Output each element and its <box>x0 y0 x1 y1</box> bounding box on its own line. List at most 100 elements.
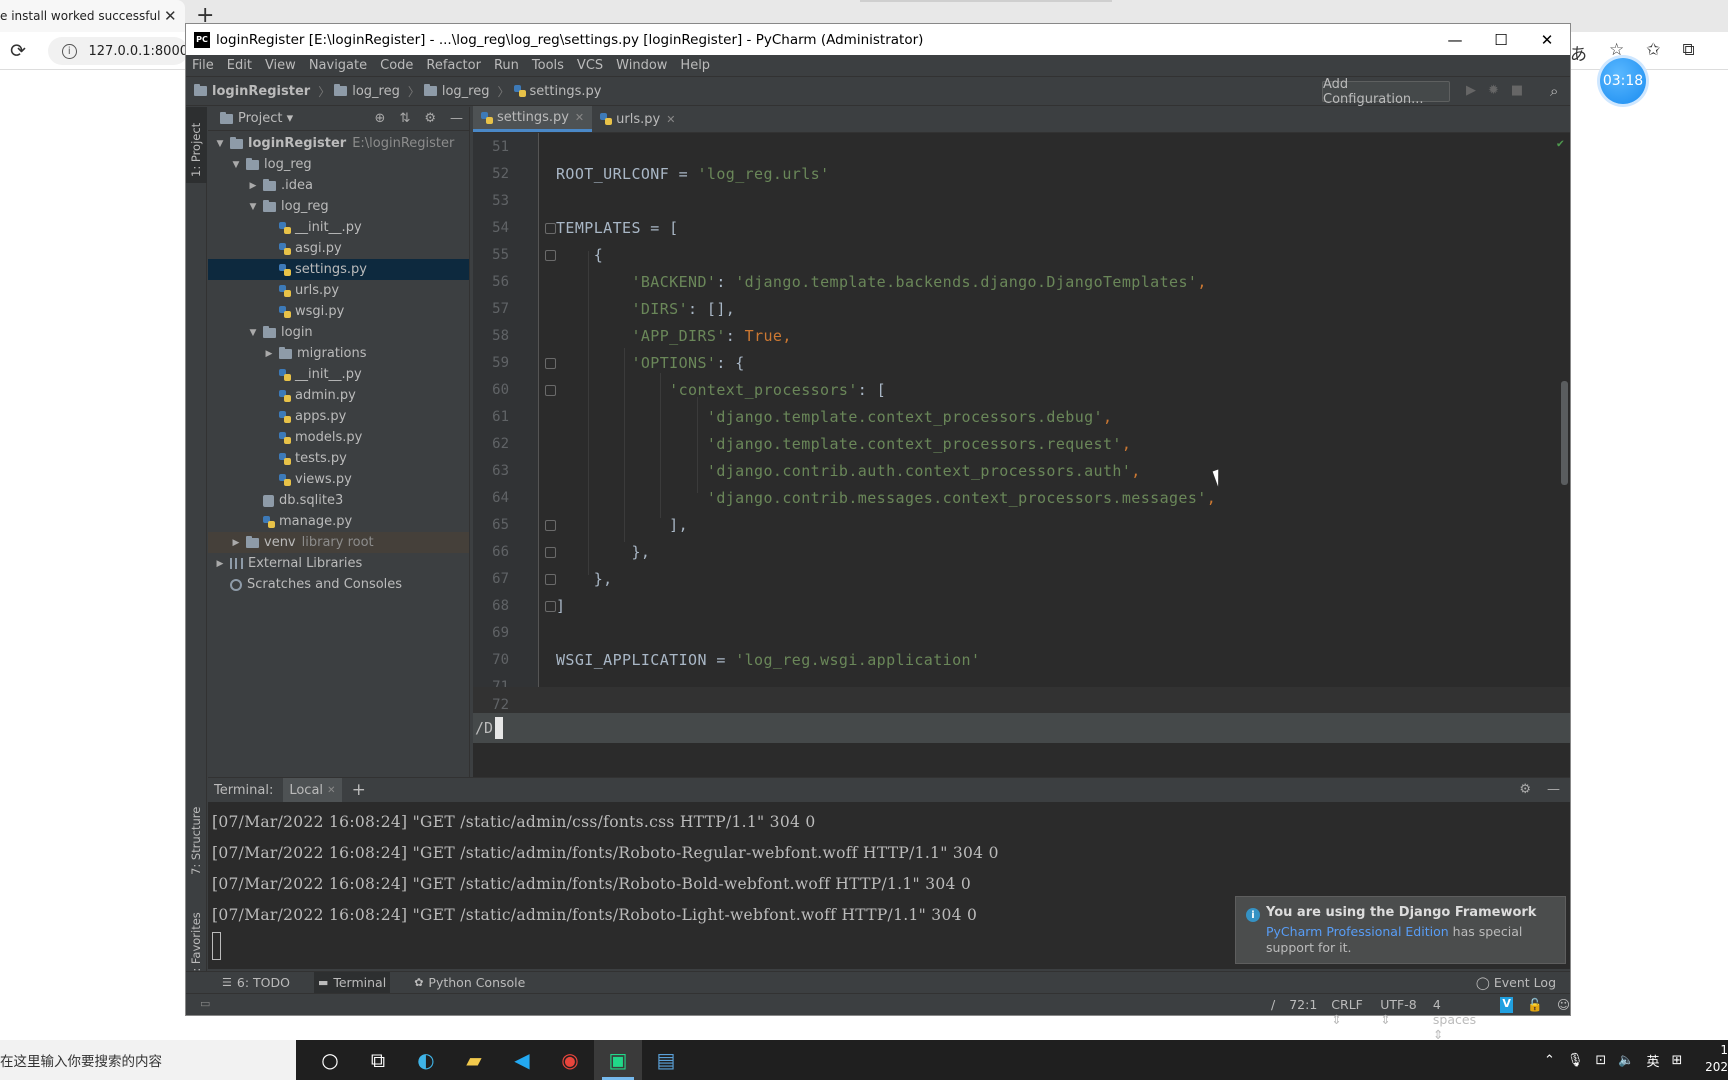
fold-marker-icon[interactable] <box>545 249 556 261</box>
structure-tool-button[interactable]: 7: Structure <box>189 807 203 875</box>
close-icon[interactable]: ✕ <box>575 111 584 124</box>
chevron-right-icon[interactable]: ▶ <box>230 538 242 548</box>
fold-marker-icon[interactable] <box>545 357 556 369</box>
locate-icon[interactable]: ⊕ <box>375 111 386 126</box>
ime-indicator[interactable]: 英 <box>1647 1051 1660 1070</box>
tree-item[interactable]: ▶ venv library root <box>208 532 469 553</box>
app-icon[interactable]: ▤ <box>642 1040 690 1080</box>
tree-item[interactable]: apps.py <box>208 406 469 427</box>
browser-tab[interactable]: e install worked successfully! C ✕ <box>0 0 185 32</box>
fold-marker-icon[interactable] <box>545 384 556 396</box>
lock-icon[interactable]: 🔓 <box>1527 997 1543 1042</box>
project-tool-button[interactable]: 1: Project <box>186 107 207 183</box>
collections-icon[interactable]: ⧉ <box>1683 40 1695 65</box>
menu-help[interactable]: Help <box>680 58 710 73</box>
file-explorer-icon[interactable]: ▰ <box>450 1040 498 1080</box>
chrome-icon[interactable]: ◉ <box>546 1040 594 1080</box>
fold-marker-icon[interactable] <box>545 222 556 234</box>
notification-link[interactable]: PyCharm Professional Edition <box>1266 924 1449 939</box>
command-input[interactable]: /D <box>475 719 493 737</box>
vim-icon[interactable]: V <box>1499 997 1514 1013</box>
hide-icon[interactable]: — <box>1547 782 1560 797</box>
code-editor[interactable]: ✔ 51 52 ROOT_URLCONF = 'log_reg.urls' 53 … <box>473 133 1570 713</box>
edge-icon[interactable]: ◐ <box>402 1040 450 1080</box>
project-view-selector[interactable]: Project ▾ <box>220 111 293 126</box>
pycharm-icon[interactable]: ▣ <box>594 1040 642 1080</box>
favorites-icon[interactable]: ✩ <box>1646 40 1660 65</box>
indent-setting[interactable]: 4 spaces ⇕ <box>1433 997 1486 1042</box>
breadcrumb-folder[interactable]: log_reg <box>334 84 400 99</box>
task-view-icon[interactable]: ⧉ <box>354 1040 402 1080</box>
chevron-down-icon[interactable]: ▼ <box>247 202 259 212</box>
tree-item[interactable]: wsgi.py <box>208 301 469 322</box>
vim-command-line[interactable]: /D <box>473 713 1570 743</box>
maximize-button[interactable]: ☐ <box>1478 24 1524 55</box>
tree-item[interactable]: urls.py <box>208 280 469 301</box>
search-everywhere-icon[interactable]: ⌕ <box>1550 82 1558 100</box>
tree-item[interactable]: ▼ log_reg <box>208 154 469 175</box>
editor-scrollbar[interactable] <box>1561 381 1568 485</box>
python-console-tool-button[interactable]: ✿ Python Console <box>410 972 529 994</box>
tree-item[interactable]: tests.py <box>208 448 469 469</box>
gear-icon[interactable]: ⚙ <box>424 111 436 126</box>
favorites-tool-button[interactable]: 2: Favorites <box>189 912 203 979</box>
tree-item[interactable]: ▶ External Libraries <box>208 553 469 574</box>
menu-vcs[interactable]: VCS <box>577 58 603 73</box>
tree-item[interactable]: ▶ migrations <box>208 343 469 364</box>
django-notification[interactable]: i You are using the Django Framework PyC… <box>1235 896 1566 964</box>
info-icon[interactable]: i <box>62 43 77 59</box>
run-icon[interactable]: ▶ <box>1466 83 1476 98</box>
new-terminal-button[interactable]: + <box>352 780 366 800</box>
tree-item[interactable]: settings.py <box>208 259 469 280</box>
breadcrumb-file[interactable]: settings.py <box>513 84 601 99</box>
add-configuration-button[interactable]: Add Configuration... <box>1322 77 1450 107</box>
file-encoding[interactable]: UTF-8 ⇕ <box>1380 997 1419 1042</box>
close-icon[interactable]: ✕ <box>327 785 335 796</box>
menu-window[interactable]: Window <box>616 58 667 73</box>
close-icon[interactable]: ✕ <box>666 113 675 126</box>
stop-icon[interactable]: ■ <box>1511 83 1523 98</box>
tree-item[interactable]: manage.py <box>208 511 469 532</box>
line-separator[interactable]: CRLF ⇕ <box>1331 997 1366 1042</box>
tree-item[interactable]: asgi.py <box>208 238 469 259</box>
tree-item[interactable]: models.py <box>208 427 469 448</box>
tree-item[interactable]: ▼ login <box>208 322 469 343</box>
tree-item[interactable]: ▶ .idea <box>208 175 469 196</box>
gear-icon[interactable]: ⚙ <box>1519 782 1531 797</box>
reload-icon[interactable]: ⟳ <box>10 40 26 62</box>
menu-refactor[interactable]: Refactor <box>426 58 481 73</box>
tab-settings[interactable]: settings.py ✕ <box>473 106 593 132</box>
todo-tool-button[interactable]: ☰ 6: TODO <box>218 972 294 994</box>
tree-item[interactable]: ▼ loginRegister E:\loginRegister <box>208 133 469 154</box>
tree-item[interactable]: ▼ log_reg <box>208 196 469 217</box>
terminal-tab-local[interactable]: Local ✕ <box>283 778 342 802</box>
clock[interactable]: 1 202 <box>1705 1042 1728 1076</box>
menu-run[interactable]: Run <box>494 58 519 73</box>
chevron-right-icon[interactable]: ▶ <box>263 349 275 359</box>
terminal-tool-button[interactable]: ▬ Terminal <box>313 971 391 994</box>
hide-icon[interactable]: — <box>450 111 463 126</box>
chevron-down-icon[interactable]: ▼ <box>247 328 259 338</box>
vscode-icon[interactable]: ◀ <box>498 1040 546 1080</box>
chevron-down-icon[interactable]: ▼ <box>230 160 242 170</box>
minimize-button[interactable]: — <box>1432 24 1478 55</box>
fold-marker-icon[interactable] <box>545 600 556 612</box>
event-log-button[interactable]: ◯ Event Log <box>1476 975 1556 990</box>
menu-code[interactable]: Code <box>380 58 413 73</box>
translate-icon[interactable]: あ <box>1570 40 1587 65</box>
debug-icon[interactable]: ✹ <box>1488 83 1499 98</box>
chevron-right-icon[interactable]: ▶ <box>247 181 259 191</box>
caret-position[interactable]: 72:1 <box>1289 997 1317 1042</box>
chevron-down-icon[interactable]: ▼ <box>214 139 226 149</box>
tab-urls[interactable]: urls.py ✕ <box>592 106 683 132</box>
menu-view[interactable]: View <box>265 58 296 73</box>
chevron-up-icon[interactable]: ⌃ <box>1544 1053 1555 1068</box>
tool-window-toggle-icon[interactable]: ▭ <box>200 997 210 1010</box>
taskbar-search[interactable]: 在这里输入你要搜索的内容 <box>0 1040 296 1080</box>
network-icon[interactable]: ⊡ <box>1595 1053 1606 1068</box>
close-icon[interactable]: ✕ <box>164 7 177 25</box>
tree-item[interactable]: admin.py <box>208 385 469 406</box>
menu-edit[interactable]: Edit <box>227 58 252 73</box>
volume-icon[interactable]: 🔈 <box>1618 1053 1634 1068</box>
fold-marker-icon[interactable] <box>545 519 556 531</box>
